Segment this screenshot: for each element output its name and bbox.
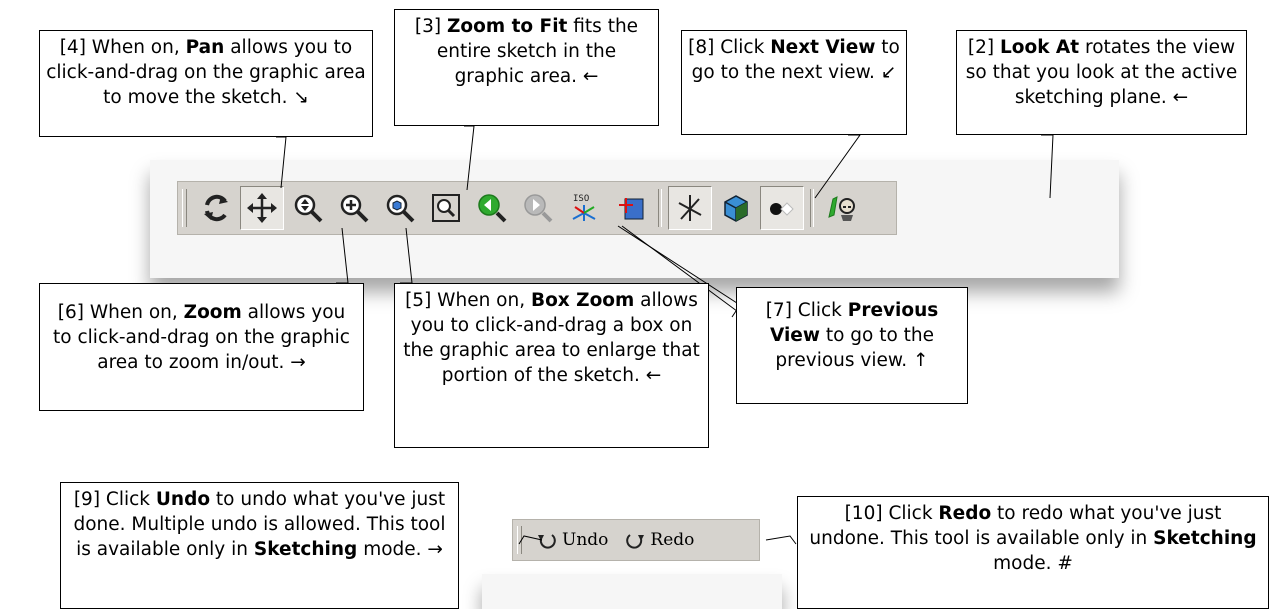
next-callout-pre: [8] Click: [688, 37, 771, 58]
look-at-button[interactable]: [820, 186, 864, 230]
undo-icon: [538, 534, 556, 549]
look-at-icon: [828, 196, 855, 221]
zoom-to-fit-icon: [386, 194, 415, 223]
view-toolbar: ISO: [177, 181, 897, 235]
zoom-fit-callout-pre: [3]: [414, 16, 448, 37]
undo-redo-toolbar: Undo Redo: [512, 519, 760, 561]
rotate-icon: [204, 194, 228, 222]
undo-callout-pre: [9] Click: [73, 489, 156, 510]
redo-callout-post2: mode. #: [993, 553, 1073, 574]
svg-text:ISO: ISO: [573, 194, 589, 204]
zoom-icon: [294, 194, 323, 223]
zoom-callout-name: Zoom: [183, 302, 242, 323]
previous-view-callout: [7] Click Previous View to go to the pre…: [736, 287, 968, 404]
previous-view-button[interactable]: [470, 186, 514, 230]
next-view-icon: [524, 194, 553, 223]
box-zoom-icon: [340, 194, 369, 223]
iso-view-button[interactable]: ISO: [562, 186, 606, 230]
sketch-plane-icon: [619, 198, 644, 220]
toolbar-separator: [658, 189, 662, 227]
cube-icon: [724, 195, 748, 222]
redo-callout-name: Redo: [938, 503, 992, 524]
pan-callout-pre: [4] When on,: [59, 37, 186, 58]
pan-callout: [4] When on, Pan allows you to click-and…: [39, 30, 373, 137]
zoom-callout: [6] When on, Zoom allows you to click-an…: [39, 283, 364, 411]
undo-toolbar-grip[interactable]: [517, 526, 522, 554]
cube-button[interactable]: [714, 186, 758, 230]
zoom-to-fit-button[interactable]: [378, 186, 422, 230]
redo-button[interactable]: Redo: [616, 529, 702, 551]
redo-icon: [626, 534, 645, 549]
sketch-plane-button[interactable]: [608, 186, 652, 230]
look-at-callout: [2] Look At rotates the view so that you…: [956, 30, 1247, 135]
next-view-button[interactable]: [516, 186, 560, 230]
toolbar-separator-2: [810, 189, 814, 227]
previous-callout-pre: [7] Click: [765, 300, 848, 321]
undo-shadow-panel: [482, 574, 782, 609]
shading-button[interactable]: [760, 186, 804, 230]
zoom-callout-pre: [6] When on,: [57, 302, 184, 323]
box-zoom-callout: [5] When on, Box Zoom allows you to clic…: [394, 283, 709, 448]
undo-callout-mode: Sketching: [253, 539, 358, 560]
box-zoom-callout-pre: [5] When on,: [405, 290, 531, 311]
look-at-callout-pre: [2]: [967, 37, 1000, 58]
undo-callout-post2: mode. →: [357, 539, 443, 560]
undo-callout-name: Undo: [155, 489, 211, 510]
pan-button[interactable]: [240, 186, 284, 230]
triad-icon: [678, 195, 702, 221]
iso-view-icon: ISO: [572, 194, 596, 221]
next-callout-name: Next View: [770, 37, 876, 58]
rotate-button[interactable]: [194, 186, 238, 230]
undo-callout: [9] Click Undo to undo what you've just …: [60, 482, 459, 609]
pan-callout-name: Pan: [185, 37, 225, 58]
redo-callout-mode: Sketching: [1153, 528, 1257, 549]
toolbar-grip[interactable]: [182, 189, 187, 227]
next-view-callout: [8] Click Next View to go to the next vi…: [681, 30, 907, 135]
shading-icon: [770, 202, 794, 216]
pan-icon: [247, 193, 277, 223]
look-at-callout-name: Look At: [999, 37, 1080, 58]
box-zoom-button[interactable]: [332, 186, 376, 230]
box-zoom-callout-name: Box Zoom: [531, 290, 635, 311]
undo-button[interactable]: Undo: [528, 529, 616, 551]
zoom-window-button[interactable]: [424, 186, 468, 230]
previous-view-icon: [478, 194, 507, 223]
zoom-fit-callout-name: Zoom to Fit: [447, 16, 568, 37]
redo-callout: [10] Click Redo to redo what you've just…: [797, 496, 1269, 609]
zoom-button[interactable]: [286, 186, 330, 230]
undo-label: Undo: [562, 530, 609, 550]
zoom-to-fit-callout: [3] Zoom to Fit fits the entire sketch i…: [394, 9, 659, 126]
triad-button[interactable]: [668, 186, 712, 230]
zoom-window-icon: [432, 194, 460, 222]
redo-callout-pre: [10] Click: [844, 503, 939, 524]
redo-label: Redo: [650, 530, 695, 550]
